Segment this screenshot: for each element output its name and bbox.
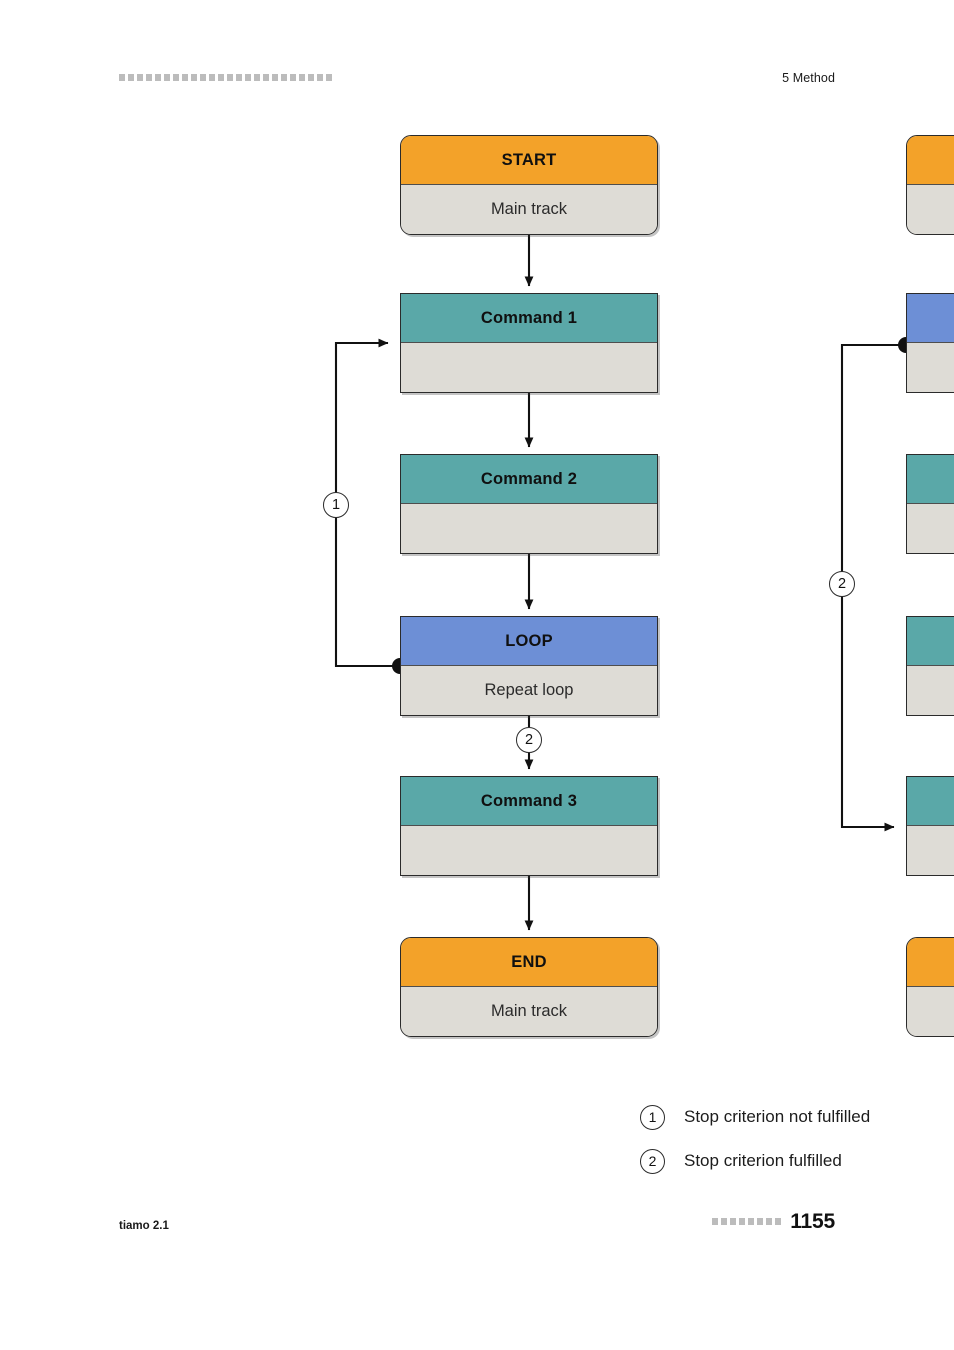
flow-node-command-2[interactable]: Command 2: [400, 454, 658, 554]
side-flow-node-command-1[interactable]: [906, 454, 954, 554]
dash-square: [757, 1218, 764, 1225]
flow-node-command-1[interactable]: Command 1: [400, 293, 658, 393]
flow-node-end-title: END: [401, 938, 657, 987]
step-marker-1: 1: [323, 492, 349, 518]
side-step-marker-2: 2: [829, 571, 855, 597]
side-flow-node-command-2[interactable]: [906, 616, 954, 716]
side-step-marker-2-label: 2: [837, 576, 847, 592]
flow-node-loop-title: LOOP: [401, 617, 657, 666]
side-flow-node-start-title: [907, 136, 954, 185]
side-flow-node-command-1-subtitle: [907, 504, 954, 553]
side-flow-node-start[interactable]: [906, 135, 954, 235]
flow-node-command-3[interactable]: Command 3: [400, 776, 658, 876]
dash-square: [730, 1218, 737, 1225]
side-flow-node-command-1-title: [907, 455, 954, 504]
flow-node-command-1-title: Command 1: [401, 294, 657, 343]
flow-node-command-1-subtitle: [401, 343, 657, 392]
flow-node-end-subtitle: Main track: [401, 987, 657, 1036]
side-flow-node-start-subtitle: [907, 185, 954, 234]
step-marker-2-label: 2: [524, 732, 534, 748]
footer-dash-rule: [712, 1218, 782, 1226]
step-marker-1-label: 1: [331, 497, 341, 513]
flow-node-start[interactable]: START Main track: [400, 135, 658, 235]
flow-node-command-2-title: Command 2: [401, 455, 657, 504]
dash-square: [739, 1218, 746, 1225]
side-flow-node-loop-subtitle: [907, 343, 954, 392]
flow-node-loop-subtitle: Repeat loop: [401, 666, 657, 715]
dash-square: [766, 1218, 773, 1225]
legend-marker-1-icon: 1: [640, 1104, 665, 1130]
flow-node-start-subtitle: Main track: [401, 185, 657, 234]
flow-node-end[interactable]: END Main track: [400, 937, 658, 1037]
footer-page-group: 1155: [712, 1210, 835, 1234]
legend-item-2: 2 Stop criterion fulfilled: [640, 1139, 950, 1183]
side-flow-node-end[interactable]: [906, 937, 954, 1037]
flow-node-command-3-title: Command 3: [401, 777, 657, 826]
legend-marker-1-number: 1: [648, 1109, 657, 1125]
legend-item-1-text: Stop criterion not fulfilled: [684, 1107, 871, 1126]
side-flow-node-command-3-title: [907, 777, 954, 826]
side-flow-node-command-3[interactable]: [906, 776, 954, 876]
flow-node-start-title: START: [401, 136, 657, 185]
footer-page-number: 1155: [790, 1210, 835, 1233]
legend-item-1: 1 Stop criterion not fulfilled: [640, 1095, 950, 1139]
side-flow-node-command-2-title: [907, 617, 954, 666]
side-flow-node-command-2-subtitle: [907, 666, 954, 715]
dash-square: [748, 1218, 755, 1225]
dash-square: [775, 1218, 782, 1225]
page-footer: tiamo 2.1 1155: [0, 1205, 954, 1250]
side-flow-node-loop-title: [907, 294, 954, 343]
side-flow-node-end-title: [907, 938, 954, 987]
side-flow-node-end-subtitle: [907, 987, 954, 1036]
diagram-legend: 1 Stop criterion not fulfilled 2 Stop cr…: [640, 1095, 950, 1183]
dash-square: [721, 1218, 728, 1225]
flow-node-command-3-subtitle: [401, 826, 657, 875]
footer-product-label: tiamo 2.1: [119, 1220, 169, 1232]
side-flow-node-loop[interactable]: [906, 293, 954, 393]
dash-square: [712, 1218, 719, 1225]
legend-marker-2-number: 2: [648, 1153, 657, 1169]
side-flow-node-command-3-subtitle: [907, 826, 954, 875]
legend-item-2-text: Stop criterion fulfilled: [684, 1151, 842, 1170]
flow-node-command-2-subtitle: [401, 504, 657, 553]
flow-node-loop[interactable]: LOOP Repeat loop: [400, 616, 658, 716]
step-marker-2: 2: [516, 727, 542, 753]
legend-marker-2-icon: 2: [640, 1148, 665, 1174]
